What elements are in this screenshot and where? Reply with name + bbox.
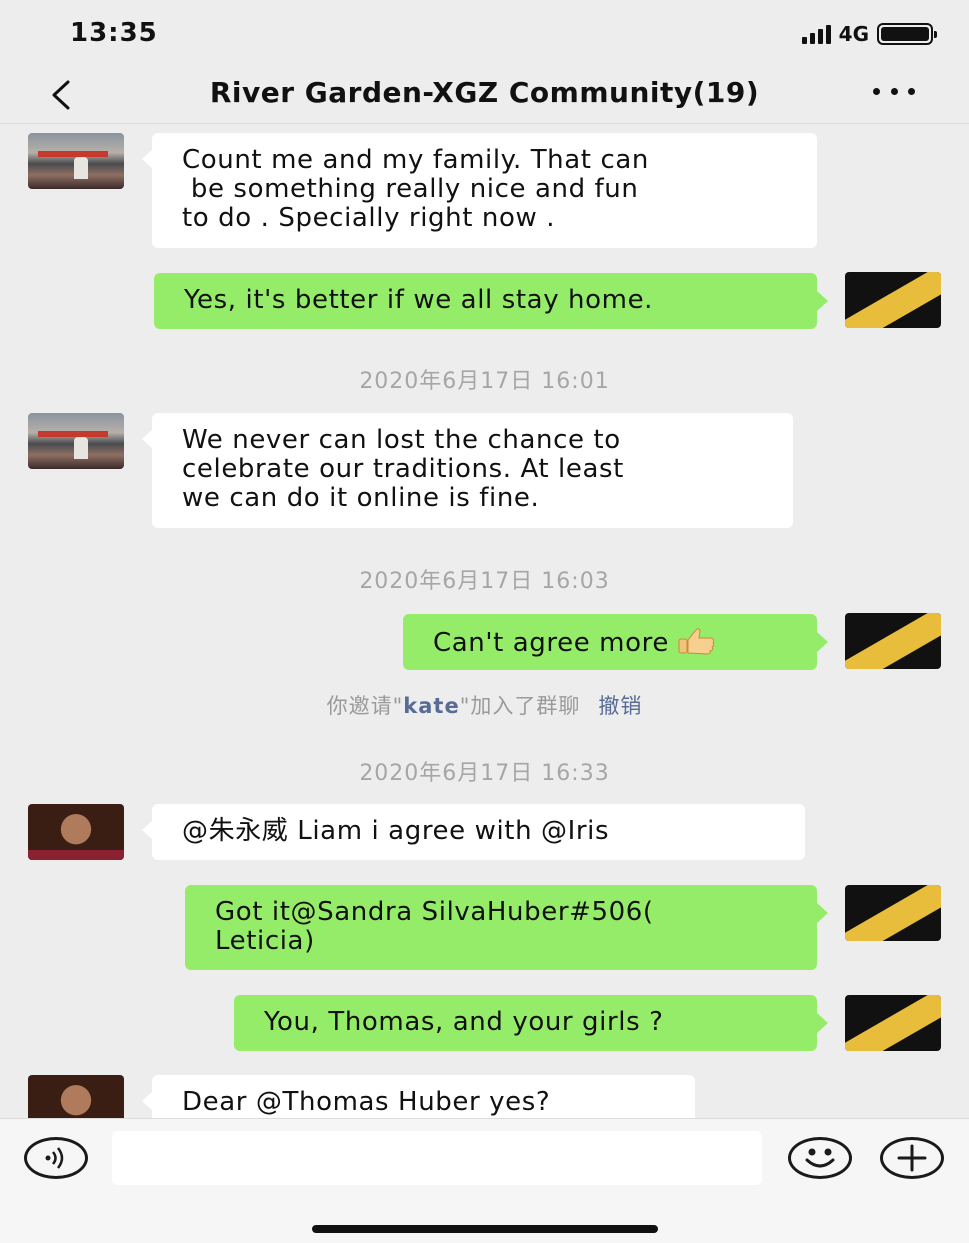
voice-waves-icon [45, 1147, 64, 1169]
message-line: be something really nice and fun [182, 174, 639, 204]
more-dots-icon[interactable] [873, 88, 915, 96]
thumbs-up-icon [678, 628, 715, 655]
message-bubble-incoming[interactable]: @朱永威 Liam i agree with @Iris [142, 804, 805, 860]
system-message-suffix: "加入了群聊 [459, 694, 581, 718]
input-bar [0, 1118, 969, 1243]
message-line: Dear @Thomas Huber yes? [182, 1087, 551, 1117]
message-bubble-outgoing[interactable]: You, Thomas, and your girls ? [234, 995, 828, 1051]
timestamp: 2020年6月17日 16:03 [359, 569, 610, 594]
woman-photo-avatar[interactable] [28, 1075, 124, 1118]
invited-user-name[interactable]: kate [403, 694, 459, 718]
message-line: Can't agree more [433, 628, 669, 658]
signal-icon [801, 24, 831, 44]
message-bubble-incoming[interactable]: Count me and my family. That can be some… [142, 133, 817, 248]
message-line: Count me and my family. That can [182, 145, 649, 175]
battery-icon [877, 23, 937, 45]
black-yellow-avatar[interactable] [845, 613, 941, 669]
message-line: Yes, it's better if we all stay home. [184, 285, 654, 315]
message-input[interactable] [112, 1131, 762, 1185]
message-bubble-outgoing[interactable]: Can't agree more [403, 614, 828, 670]
status-bar: 13:35 4G [0, 0, 969, 68]
message-line: Leticia) [215, 926, 315, 956]
smiley-icon[interactable] [788, 1137, 852, 1179]
home-indicator[interactable] [312, 1225, 658, 1233]
woman-photo-avatar[interactable] [28, 804, 124, 860]
system-message: 你邀请"kate"加入了群聊 撤销 [0, 690, 969, 720]
timestamp: 2020年6月17日 16:01 [359, 369, 610, 394]
message-line: You, Thomas, and your girls ? [264, 1007, 664, 1037]
chat-title: River Garden-XGZ Community(19) [209, 76, 760, 109]
boat-photo-avatar[interactable] [28, 413, 124, 469]
system-message-prefix: 你邀请" [326, 694, 404, 718]
message-line: @朱永威 Liam i agree with @Iris [182, 816, 610, 846]
plus-icon[interactable] [880, 1137, 944, 1179]
nav-bar: River Garden-XGZ Community(19) [0, 68, 969, 124]
message-line: celebrate our traditions. At least [182, 454, 624, 484]
chat-message-list[interactable]: Count me and my family. That can be some… [0, 125, 969, 1118]
voice-icon[interactable] [24, 1137, 88, 1179]
network-type: 4G [838, 22, 869, 46]
black-yellow-avatar[interactable] [845, 272, 941, 328]
message-line: We never can lost the chance to [182, 425, 621, 455]
message-line: to do . Specially right now . [182, 203, 556, 233]
message-bubble-outgoing[interactable]: Got it@Sandra SilvaHuber#506( Leticia) [185, 885, 828, 970]
message-line: we can do it online is fine. [182, 483, 540, 513]
status-indicators: 4G [801, 20, 937, 48]
black-yellow-avatar[interactable] [845, 995, 941, 1051]
boat-photo-avatar[interactable] [28, 133, 124, 189]
message-bubble-incoming[interactable]: Dear @Thomas Huber yes? [142, 1075, 695, 1118]
message-line: Got it@Sandra SilvaHuber#506( [215, 897, 654, 927]
undo-invite-link[interactable]: 撤销 [598, 694, 642, 718]
status-time: 13:35 [70, 18, 158, 48]
message-bubble-outgoing[interactable]: Yes, it's better if we all stay home. [154, 273, 828, 329]
message-bubble-incoming[interactable]: We never can lost the chance to celebrat… [142, 413, 793, 528]
timestamp: 2020年6月17日 16:33 [359, 761, 610, 786]
black-yellow-avatar[interactable] [845, 885, 941, 941]
